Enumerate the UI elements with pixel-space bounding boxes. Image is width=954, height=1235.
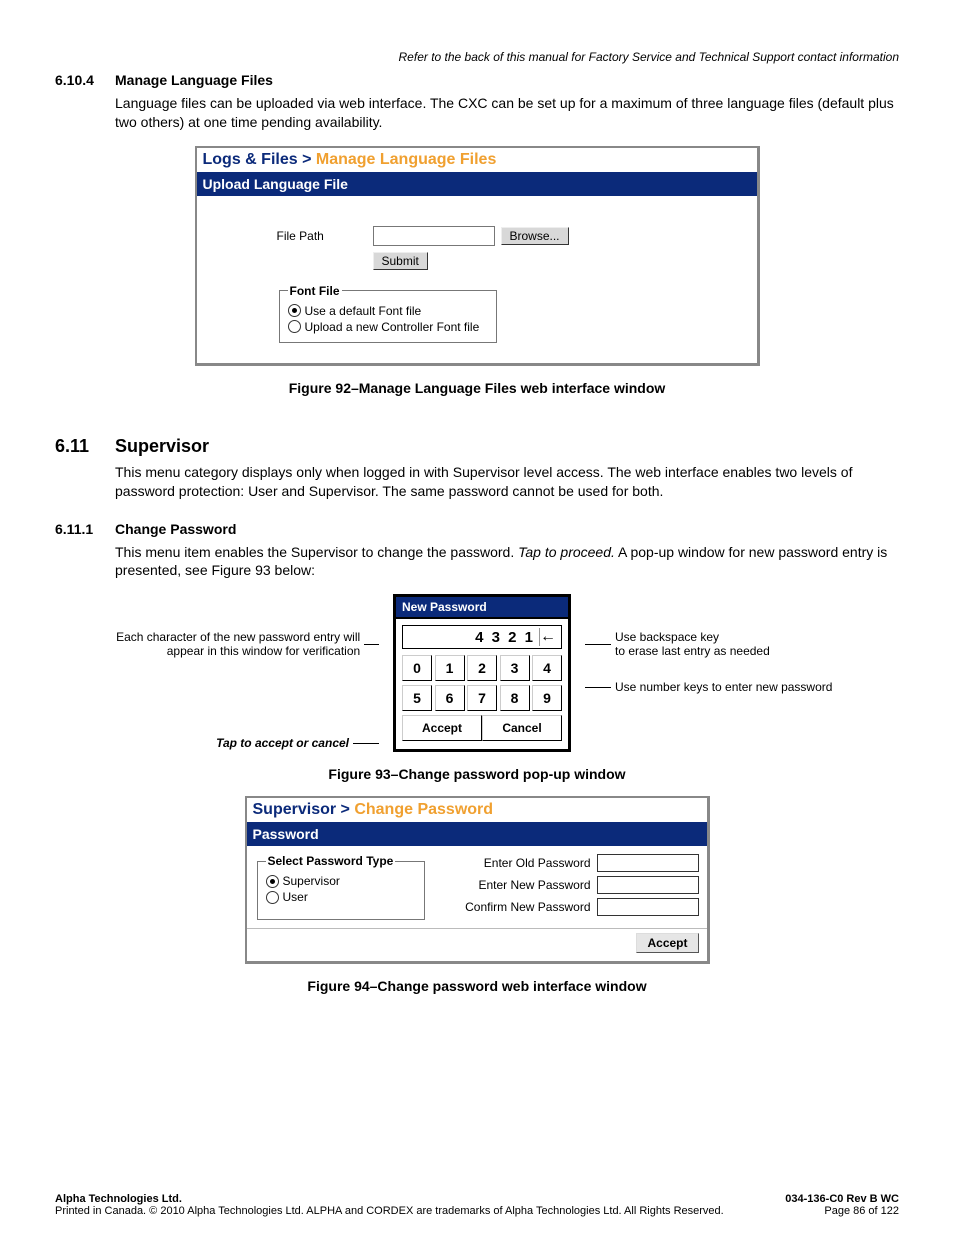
accept-button[interactable]: Accept xyxy=(402,715,482,741)
password-popup: New Password 4 3 2 1 ← 0 1 2 3 4 5 6 7 8… xyxy=(393,594,571,752)
key-3[interactable]: 3 xyxy=(500,655,530,681)
key-4[interactable]: 4 xyxy=(532,655,562,681)
figure-92-screenshot: Logs & Files > Manage Language Files Upl… xyxy=(195,146,760,366)
key-9[interactable]: 9 xyxy=(532,685,562,711)
section-title: Change Password xyxy=(115,521,236,537)
radio-user-label: User xyxy=(283,890,308,904)
section-number: 6.11.1 xyxy=(55,521,115,537)
figure-93: Each character of the new password entry… xyxy=(55,594,899,752)
cancel-button[interactable]: Cancel xyxy=(482,715,562,741)
section-number: 6.11 xyxy=(55,436,115,457)
filepath-input[interactable] xyxy=(373,226,495,246)
figure-94-caption: Figure 94–Change password web interface … xyxy=(55,978,899,994)
popup-title: New Password xyxy=(396,597,568,619)
old-password-input[interactable] xyxy=(597,854,699,872)
callout-number-keys: Use number keys to enter new password xyxy=(615,680,832,694)
breadcrumb: Supervisor > Change Password xyxy=(247,798,707,822)
submit-button[interactable]: Submit xyxy=(373,252,428,270)
breadcrumb: Logs & Files > Manage Language Files xyxy=(197,148,757,172)
password-type-legend: Select Password Type xyxy=(266,854,396,868)
footer-company: Alpha Technologies Ltd. xyxy=(55,1193,724,1205)
breadcrumb-root: Logs & Files > xyxy=(203,151,316,168)
password-display: 4 3 2 1 ← xyxy=(402,625,562,649)
old-password-label: Enter Old Password xyxy=(484,856,591,870)
fontfile-fieldset: Font File Use a default Font file Upload… xyxy=(279,284,497,343)
radio-default-font-label: Use a default Font file xyxy=(305,304,422,318)
key-1[interactable]: 1 xyxy=(435,655,465,681)
figure-94-screenshot: Supervisor > Change Password Password Se… xyxy=(245,796,710,964)
filepath-label: File Path xyxy=(277,229,367,243)
figure-93-caption: Figure 93–Change password pop-up window xyxy=(55,766,899,782)
footer-legal: Printed in Canada. © 2010 Alpha Technolo… xyxy=(55,1205,724,1217)
section-body: This menu category displays only when lo… xyxy=(115,463,899,501)
key-8[interactable]: 8 xyxy=(500,685,530,711)
confirm-password-label: Confirm New Password xyxy=(465,900,590,914)
accept-button[interactable]: Accept xyxy=(636,933,698,953)
footer-doc-id: 034-136-C0 Rev B WC xyxy=(785,1193,899,1205)
panel-header: Password xyxy=(247,822,707,846)
radio-upload-font[interactable] xyxy=(288,320,301,333)
section-body: This menu item enables the Supervisor to… xyxy=(115,543,899,581)
new-password-label: Enter New Password xyxy=(478,878,590,892)
breadcrumb-leaf: Manage Language Files xyxy=(316,151,496,168)
callout-backspace: Use backspace keyto erase last entry as … xyxy=(615,630,770,658)
header-ref-note: Refer to the back of this manual for Fac… xyxy=(55,50,899,64)
section-number: 6.10.4 xyxy=(55,72,115,88)
breadcrumb-leaf: Change Password xyxy=(354,801,493,818)
section-body: Language files can be uploaded via web i… xyxy=(115,94,899,132)
radio-default-font[interactable] xyxy=(288,304,301,317)
breadcrumb-root: Supervisor > xyxy=(253,801,355,818)
fontfile-legend: Font File xyxy=(288,284,342,298)
radio-upload-font-label: Upload a new Controller Font file xyxy=(305,320,480,334)
footer-page-num: Page 86 of 122 xyxy=(785,1205,899,1217)
key-6[interactable]: 6 xyxy=(435,685,465,711)
section-title: Supervisor xyxy=(115,436,209,457)
figure-92-caption: Figure 92–Manage Language Files web inte… xyxy=(55,380,899,396)
password-type-fieldset: Select Password Type Supervisor User xyxy=(257,854,425,920)
backspace-key[interactable]: ← xyxy=(539,628,558,646)
callout-verification: Each character of the new password entry… xyxy=(109,630,360,658)
panel-header: Upload Language File xyxy=(197,172,757,196)
key-0[interactable]: 0 xyxy=(402,655,432,681)
radio-user[interactable] xyxy=(266,891,279,904)
key-7[interactable]: 7 xyxy=(467,685,497,711)
key-2[interactable]: 2 xyxy=(467,655,497,681)
radio-supervisor-label: Supervisor xyxy=(283,874,340,888)
radio-supervisor[interactable] xyxy=(266,875,279,888)
callout-accept-cancel: Tap to accept or cancel xyxy=(216,736,349,750)
confirm-password-input[interactable] xyxy=(597,898,699,916)
section-title: Manage Language Files xyxy=(115,72,273,88)
page-footer: Alpha Technologies Ltd. Printed in Canad… xyxy=(55,1193,899,1217)
new-password-input[interactable] xyxy=(597,876,699,894)
browse-button[interactable]: Browse... xyxy=(501,227,569,245)
key-5[interactable]: 5 xyxy=(402,685,432,711)
